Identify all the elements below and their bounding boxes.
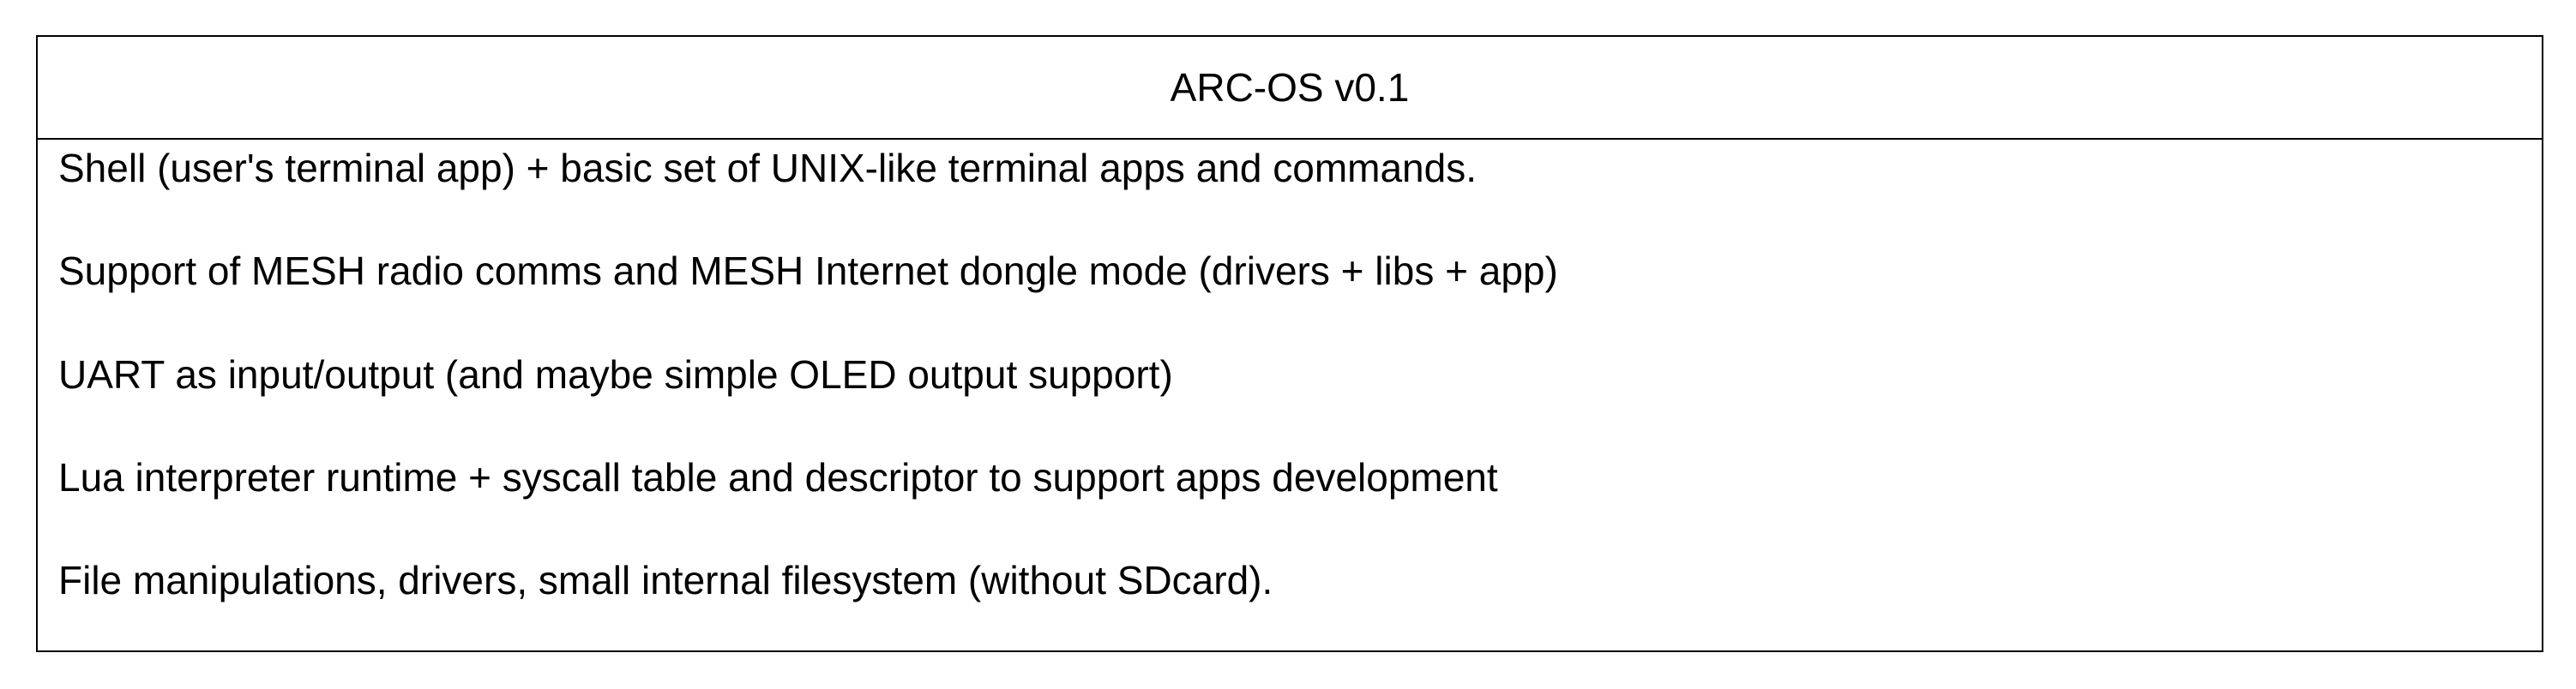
feature-item-label: Support of MESH radio comms and MESH Int…	[58, 249, 1558, 293]
feature-item-lua: Lua interpreter runtime + syscall table …	[58, 458, 1498, 517]
feature-item-shell: Shell (user's terminal app) + basic set …	[58, 148, 1477, 207]
feature-item-label: File manipulations, drivers, small inter…	[58, 558, 1273, 602]
feature-item-uart: UART as input/output (and maybe simple O…	[58, 355, 1173, 414]
feature-item-label: Shell (user's terminal app) + basic set …	[58, 146, 1477, 190]
block-title: ARC-OS v0.1	[38, 37, 2542, 140]
feature-item-label: Lua interpreter runtime + syscall table …	[58, 455, 1498, 500]
feature-item-filesystem: File manipulations, drivers, small inter…	[58, 560, 1273, 620]
feature-item-mesh: Support of MESH radio comms and MESH Int…	[58, 251, 1558, 310]
feature-item-label: UART as input/output (and maybe simple O…	[58, 352, 1173, 397]
arc-os-feature-block: ARC-OS v0.1 Shell (user's terminal app) …	[36, 35, 2543, 652]
